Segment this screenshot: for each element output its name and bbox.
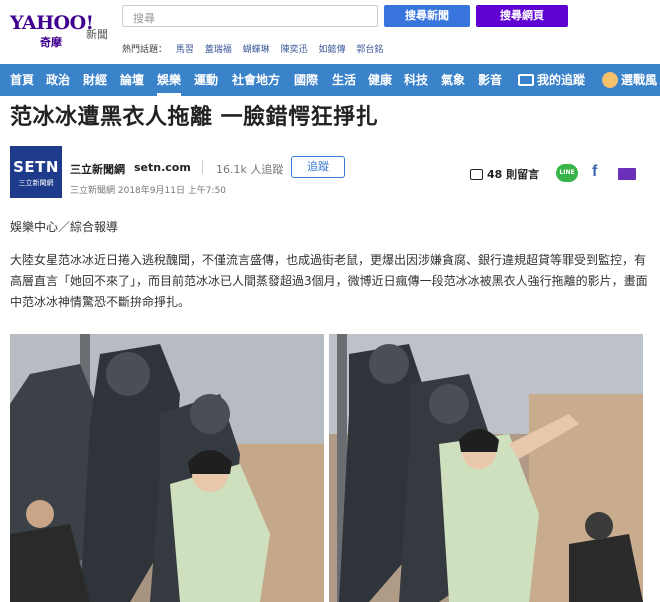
article-byline: 三立新聞網 2018年9月11日 上午7:50	[70, 186, 227, 196]
follow-button[interactable]: 追蹤	[291, 156, 345, 178]
nav-item-international[interactable]: 國際	[294, 64, 318, 96]
my-follow-link[interactable]: 我的追蹤	[518, 64, 585, 96]
facebook-share-icon[interactable]: f	[592, 163, 597, 181]
search-news-button[interactable]: 搜尋新聞	[384, 5, 470, 27]
article-department: 娛樂中心／綜合報導	[10, 220, 119, 234]
article-title: 范冰冰遭黑衣人拖離 一臉錯愕狂掙扎	[10, 104, 379, 130]
article-body: 大陸女星范冰冰近日捲入逃稅醜聞，不僅流言盛傳，也成過街老鼠，更爆出因涉嫌貪腐、銀…	[10, 253, 648, 309]
nav-item-forum[interactable]: 論壇	[120, 64, 144, 96]
photo-right-image	[329, 334, 643, 602]
comments-link[interactable]: 48 則留言	[470, 166, 539, 182]
hot-topic-link[interactable]: 如懿傳	[318, 45, 345, 55]
main-nav: 首頁 政治 財經 論壇 娛樂 運動 社會地方 國際 生活 健康 科技 氣象 影音…	[0, 64, 660, 96]
hot-topic-link[interactable]: 馬習	[176, 45, 194, 55]
nav-item-life[interactable]: 生活	[332, 64, 356, 96]
hot-topic-link[interactable]: 蝴蝶琳	[243, 45, 270, 55]
logo-brand-cn: 奇摩	[40, 36, 62, 49]
site-header: YAHOO! 奇摩 新聞 搜尋 搜尋新聞 搜尋網頁 熱門話題： 馬習 蓋瑞福 蝴…	[0, 0, 660, 64]
nav-item-tech[interactable]: 科技	[404, 64, 428, 96]
search-web-button[interactable]: 搜尋網頁	[476, 5, 568, 27]
nav-item-sports[interactable]: 運動	[194, 64, 218, 96]
user-label: 選戰風	[621, 73, 658, 87]
mail-share-icon[interactable]	[618, 168, 636, 180]
nav-item-weather[interactable]: 氣象	[441, 64, 465, 96]
nav-item-politics[interactable]: 政治	[46, 64, 70, 96]
nav-item-home[interactable]: 首頁	[10, 64, 34, 96]
logo-brand: YAHOO!	[10, 12, 94, 34]
source-logo-main: SETN	[13, 158, 59, 176]
hot-topic-link[interactable]: 蓋瑞福	[205, 45, 232, 55]
follow-list-icon	[518, 73, 534, 86]
hot-topic-link[interactable]: 郭台銘	[356, 45, 383, 55]
my-follow-label: 我的追蹤	[537, 73, 586, 87]
article-photo-left[interactable]	[10, 334, 324, 602]
nav-item-society[interactable]: 社會地方	[232, 64, 280, 96]
hot-topics-title: 熱門話題：	[122, 45, 168, 55]
nav-item-finance[interactable]: 財經	[83, 64, 107, 96]
logo-section: 新聞	[86, 28, 108, 41]
nav-item-health[interactable]: 健康	[368, 64, 392, 96]
comments-count: 48 則留言	[487, 168, 540, 181]
search-input[interactable]: 搜尋	[122, 5, 378, 27]
nav-item-video[interactable]: 影音	[478, 64, 502, 96]
source-logo-sub: 三立新聞網	[18, 179, 54, 187]
article-photo-right[interactable]	[329, 334, 643, 602]
user-avatar-icon	[602, 71, 618, 88]
user-menu[interactable]: 選戰風	[602, 64, 657, 96]
hot-topics: 熱門話題： 馬習 蓋瑞福 蝴蝶琳 陳奕迅 如懿傳 郭台銘	[122, 42, 391, 55]
line-share-icon[interactable]: LINE	[556, 164, 578, 182]
nav-item-entertainment[interactable]: 娛樂	[157, 64, 182, 96]
yahoo-logo[interactable]: YAHOO! 奇摩 新聞	[10, 10, 110, 50]
follower-count: 16.1k 人追蹤	[216, 163, 284, 176]
photo-left-image	[10, 334, 324, 602]
divider	[202, 160, 203, 174]
hot-topic-link[interactable]: 陳奕迅	[281, 45, 308, 55]
source-logo[interactable]: SETN 三立新聞網	[10, 146, 62, 198]
comment-icon	[470, 168, 483, 180]
source-name[interactable]: 三立新聞網	[70, 161, 125, 177]
source-url[interactable]: setn.com	[134, 161, 191, 174]
